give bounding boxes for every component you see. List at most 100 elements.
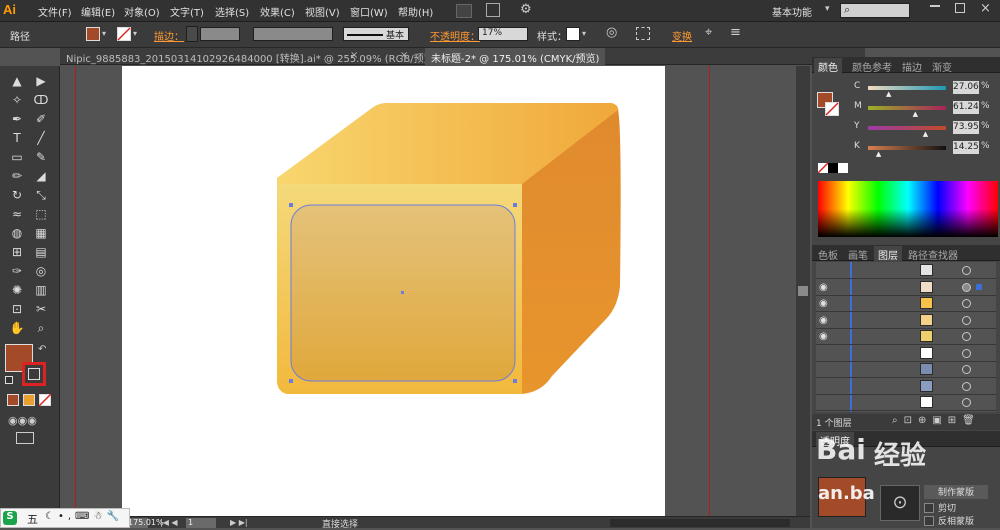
- symbol-sprayer-tool[interactable]: ✺: [8, 281, 26, 299]
- ime-tool-icons[interactable]: ☾•,⌨☃🔧: [45, 511, 123, 522]
- slider-handle-icon[interactable]: ▲: [876, 150, 881, 158]
- visibility-eye-icon[interactable]: ◉: [819, 315, 828, 326]
- free-transform-tool[interactable]: ⬚: [32, 205, 50, 223]
- layer-row[interactable]: ◉: [816, 328, 996, 345]
- shape-builder-tool[interactable]: ◍: [8, 224, 26, 242]
- tab-document[interactable]: Nipic_9885883_20150314102926484000 [转换].…: [60, 48, 444, 65]
- artboard-tool[interactable]: ⊡: [8, 300, 26, 318]
- arrange-documents-icon[interactable]: [486, 3, 500, 17]
- magic-wand-tool[interactable]: ✧: [8, 91, 26, 109]
- chevron-down-icon[interactable]: ▾: [133, 29, 137, 38]
- bridge-icon[interactable]: [456, 4, 472, 18]
- close-icon[interactable]: ×: [400, 50, 408, 61]
- menu-item[interactable]: 文件(F): [38, 4, 72, 19]
- mesh-tool[interactable]: ⊞: [8, 243, 26, 261]
- target-icon[interactable]: [962, 315, 971, 325]
- pencil-tool[interactable]: ✏: [8, 167, 26, 185]
- target-icon[interactable]: [962, 266, 971, 275]
- layer-row[interactable]: [816, 262, 996, 279]
- slider-handle-icon[interactable]: ▲: [913, 110, 918, 118]
- transform-link[interactable]: 变换: [672, 28, 692, 43]
- graphic-style-swatch[interactable]: [566, 27, 580, 41]
- tab-color-panel[interactable]: 渐变: [928, 58, 956, 75]
- brush-definition[interactable]: 基本: [343, 27, 409, 41]
- fill-swatch[interactable]: [86, 27, 100, 41]
- tab-color-panel[interactable]: 描边: [898, 58, 926, 75]
- next-artboard-icon[interactable]: ▶ ▶|: [230, 518, 248, 527]
- color-mode-icon[interactable]: [7, 394, 19, 406]
- panel-menu-icon[interactable]: ≡: [730, 25, 741, 40]
- canvas-area[interactable]: [60, 66, 810, 516]
- layer-row[interactable]: [816, 361, 996, 378]
- horizontal-scrollbar[interactable]: [610, 519, 790, 527]
- eraser-tool[interactable]: ◢: [32, 167, 50, 185]
- align-icon[interactable]: [636, 27, 650, 40]
- curvature-tool[interactable]: ✐: [32, 110, 50, 128]
- perspective-grid-tool[interactable]: ▦: [32, 224, 50, 242]
- artboard[interactable]: [122, 66, 665, 516]
- zoom-field[interactable]: 175.01%: [128, 518, 164, 528]
- rectangle-tool[interactable]: ▭: [8, 148, 26, 166]
- visibility-eye-icon[interactable]: ◉: [819, 282, 828, 293]
- vertical-scrollbar[interactable]: [796, 66, 810, 516]
- color-panel-stroke[interactable]: [825, 102, 839, 116]
- paintbrush-tool[interactable]: ✎: [32, 148, 50, 166]
- zoom-tool[interactable]: ⌕: [32, 319, 50, 337]
- stroke-color-box[interactable]: [22, 362, 46, 386]
- visibility-eye-icon[interactable]: ◉: [819, 298, 828, 309]
- line-tool[interactable]: ╱: [32, 129, 50, 147]
- stroke-swatch[interactable]: [117, 27, 131, 41]
- gradient-tool[interactable]: ▤: [32, 243, 50, 261]
- menu-item[interactable]: 选择(S): [215, 4, 249, 19]
- status-tool-name[interactable]: 直接选择: [322, 517, 358, 530]
- menu-item[interactable]: 对象(O): [124, 4, 160, 19]
- stroke-label[interactable]: 描边：: [154, 28, 184, 43]
- slice-tool[interactable]: ✂: [32, 300, 50, 318]
- channel-value[interactable]: 27.06: [953, 81, 979, 94]
- chevron-down-icon[interactable]: ▾: [582, 29, 586, 38]
- lasso-tool[interactable]: ↀ: [32, 91, 50, 109]
- layer-row[interactable]: [816, 345, 996, 362]
- channel-slider[interactable]: [868, 126, 946, 130]
- none-mode-icon[interactable]: [39, 394, 51, 406]
- stroke-weight-stepper[interactable]: [186, 26, 198, 42]
- scale-tool[interactable]: ⤡: [32, 186, 50, 204]
- opacity-field[interactable]: 17%: [478, 27, 528, 41]
- artboard-number-field[interactable]: 1: [186, 518, 216, 528]
- tab-document[interactable]: 未标题-2* @ 175.01% (CMYK/预览): [425, 48, 606, 65]
- layer-row[interactable]: [816, 394, 996, 411]
- menu-item[interactable]: 视图(V): [305, 4, 340, 19]
- slider-handle-icon[interactable]: ▲: [886, 90, 891, 98]
- warp-tool[interactable]: ≈: [8, 205, 26, 223]
- channel-slider[interactable]: [868, 106, 946, 110]
- eyedropper-tool[interactable]: ✑: [8, 262, 26, 280]
- maximize-icon[interactable]: [955, 3, 965, 13]
- layer-row[interactable]: [816, 378, 996, 395]
- ime-mode[interactable]: 五: [27, 511, 38, 527]
- gpu-performance-icon[interactable]: ⚙: [520, 2, 532, 17]
- chevron-down-icon[interactable]: ▾: [102, 29, 106, 38]
- target-icon[interactable]: [962, 299, 971, 308]
- chevron-down-icon[interactable]: ▾: [825, 4, 830, 14]
- menu-item[interactable]: 窗口(W): [350, 4, 388, 19]
- opacity-label[interactable]: 不透明度：: [430, 28, 480, 43]
- none-swatch[interactable]: [818, 163, 828, 173]
- menu-item[interactable]: 帮助(H): [398, 4, 433, 19]
- target-icon[interactable]: [962, 348, 971, 358]
- tab-layers-panel[interactable]: 路径查找器: [904, 246, 962, 263]
- tab-layers-panel[interactable]: 图层: [874, 246, 902, 263]
- screen-mode-icon[interactable]: [16, 432, 34, 444]
- gradient-mode-icon[interactable]: [23, 394, 35, 406]
- target-icon[interactable]: [962, 365, 971, 374]
- layer-row[interactable]: ◉: [816, 279, 996, 296]
- direct-selection-tool[interactable]: ▶: [32, 72, 50, 90]
- stroke-weight-field[interactable]: [200, 27, 240, 41]
- layer-row[interactable]: ◉: [816, 312, 996, 329]
- blend-tool[interactable]: ◎: [32, 262, 50, 280]
- recolor-artwork-icon[interactable]: ◎: [606, 25, 617, 40]
- ime-logo-icon[interactable]: S: [3, 511, 17, 525]
- swap-colors-icon[interactable]: ↶: [38, 344, 46, 355]
- close-icon[interactable]: ×: [350, 50, 358, 61]
- tab-layers-panel[interactable]: 色板: [814, 246, 842, 263]
- variable-width-profile[interactable]: [253, 27, 333, 41]
